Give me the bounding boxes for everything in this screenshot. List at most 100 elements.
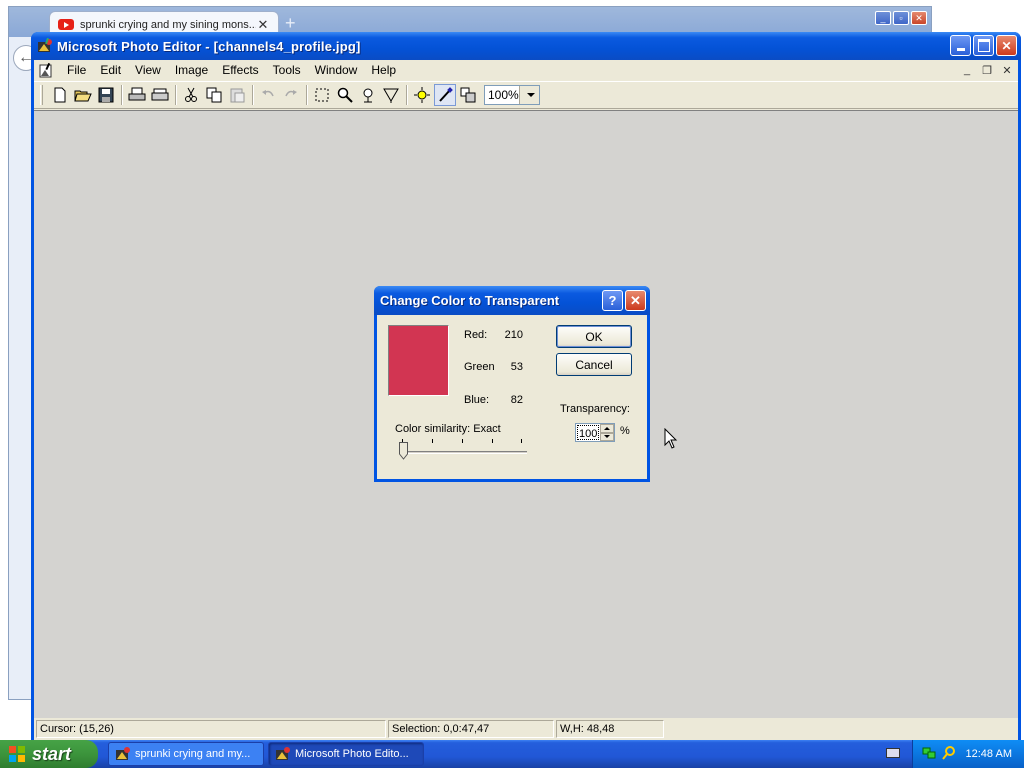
menu-file[interactable]: File (60, 63, 93, 77)
dialog-body: Red: 210 Green 53 Blue: 82 OK Cancel Tra… (377, 315, 647, 479)
new-icon[interactable] (49, 84, 71, 106)
stepper-down-icon[interactable] (600, 432, 614, 441)
dialog-controls: ? ✕ (602, 290, 646, 311)
properties-icon[interactable] (457, 84, 479, 106)
photo-editor-icon (115, 746, 131, 762)
doc-minimize-button[interactable]: _ (960, 63, 974, 77)
toolbar-separator (175, 85, 177, 105)
status-spacer (666, 720, 1014, 738)
taskbar-item-photo-editor[interactable]: Microsoft Photo Edito... (268, 742, 424, 766)
save-icon[interactable] (95, 84, 117, 106)
pan-icon[interactable] (357, 84, 379, 106)
ok-button[interactable]: OK (556, 325, 632, 348)
system-tray: 12:48 AM (912, 740, 1024, 768)
transparency-stepper[interactable]: 100 (575, 423, 615, 442)
change-color-dialog: Change Color to Transparent ? ✕ Red: 210… (374, 286, 650, 482)
slider-tick (462, 439, 463, 443)
stepper-up-icon[interactable] (600, 424, 614, 433)
stepper-arrows (600, 424, 614, 441)
redo-icon (280, 84, 302, 106)
maximize-button[interactable]: ▫ (893, 11, 909, 25)
transparency-label: Transparency: (560, 403, 630, 415)
menu-help[interactable]: Help (364, 63, 403, 77)
brightness-icon[interactable] (411, 84, 433, 106)
close-button[interactable]: ✕ (996, 35, 1017, 56)
app-titlebar[interactable]: Microsoft Photo Editor - [channels4_prof… (31, 32, 1021, 60)
open-icon[interactable] (72, 84, 94, 106)
menu-view[interactable]: View (128, 63, 168, 77)
toolbar: 100% (34, 81, 1018, 109)
toolbar-grip[interactable] (40, 85, 43, 105)
zoom-icon[interactable] (334, 84, 356, 106)
scan-icon[interactable] (149, 84, 171, 106)
search-icon[interactable] (941, 745, 957, 764)
youtube-icon (58, 19, 74, 30)
slider-tick (492, 439, 493, 443)
select-icon[interactable] (311, 84, 333, 106)
close-button[interactable]: ✕ (625, 290, 646, 311)
network-icon[interactable] (921, 745, 937, 764)
keyboard-icon[interactable] (886, 748, 900, 758)
color-similarity-label: Color similarity: Exact (395, 423, 501, 435)
slider-tick (521, 439, 522, 443)
toolbar-separator (406, 85, 408, 105)
set-transparent-color-icon[interactable] (434, 84, 456, 106)
minimize-button[interactable]: _ (875, 11, 891, 25)
browser-tab-title: sprunki crying and my sining mons... (80, 18, 256, 31)
document-icon[interactable] (38, 62, 54, 78)
photo-editor-icon (275, 746, 291, 762)
taskbar-item-label: sprunki crying and my... (135, 748, 251, 760)
taskbar: start sprunki crying and my... Microsoft… (0, 740, 1024, 768)
dialog-title: Change Color to Transparent (380, 293, 560, 308)
status-cursor: Cursor: (15,26) (36, 720, 386, 738)
red-value: 210 (504, 329, 523, 341)
chevron-down-icon[interactable] (518, 86, 539, 104)
new-tab-icon[interactable]: + (285, 13, 296, 34)
menu-effects[interactable]: Effects (215, 63, 265, 77)
window-controls: ✕ (950, 35, 1017, 56)
zoom-select[interactable]: 100% (484, 85, 540, 105)
cancel-button[interactable]: Cancel (556, 353, 632, 376)
blue-value: 82 (510, 394, 523, 406)
maximize-button[interactable] (973, 35, 994, 56)
taskbar-item-browser[interactable]: sprunki crying and my... (108, 742, 264, 766)
color-similarity-slider[interactable] (399, 439, 527, 465)
statusbar: Cursor: (15,26) Selection: 0,0:47,47 W,H… (34, 718, 1018, 740)
toolbar-separator (306, 85, 308, 105)
clock: 12:48 AM (965, 748, 1012, 760)
color-swatch (388, 325, 449, 396)
slider-track (403, 451, 527, 454)
paste-icon (226, 84, 248, 106)
mouse-cursor-icon (664, 427, 678, 453)
transparency-input[interactable]: 100 (577, 425, 599, 440)
doc-close-button[interactable]: ✕ (1000, 63, 1014, 77)
print-icon[interactable] (126, 84, 148, 106)
slider-tick (432, 439, 433, 443)
document-window-controls: _ ❐ ✕ (960, 63, 1014, 77)
taskbar-item-label: Microsoft Photo Edito... (295, 748, 409, 760)
copy-icon[interactable] (203, 84, 225, 106)
toolbar-separator (252, 85, 254, 105)
status-selection: Selection: 0,0:47,47 (388, 720, 554, 738)
slider-thumb[interactable] (399, 442, 408, 460)
minimize-button[interactable] (950, 35, 971, 56)
status-size: W,H: 48,48 (556, 720, 664, 738)
dialog-titlebar[interactable]: Change Color to Transparent ? ✕ (374, 286, 650, 315)
green-value: 53 (510, 361, 523, 373)
close-button[interactable]: ✕ (911, 11, 927, 25)
menu-tools[interactable]: Tools (266, 63, 308, 77)
menu-edit[interactable]: Edit (93, 63, 128, 77)
browser-window-controls: _ ▫ ✕ (875, 11, 927, 25)
start-button[interactable]: start (0, 740, 98, 768)
photo-editor-icon (37, 37, 53, 54)
menu-window[interactable]: Window (308, 63, 365, 77)
start-label: start (32, 743, 72, 764)
menu-image[interactable]: Image (168, 63, 215, 77)
doc-restore-button[interactable]: ❐ (980, 63, 994, 77)
windows-flag-icon (8, 745, 26, 763)
cut-icon[interactable] (180, 84, 202, 106)
help-button[interactable]: ? (602, 290, 623, 311)
menubar: File Edit View Image Effects Tools Windo… (34, 60, 1018, 80)
close-icon[interactable]: ✕ (256, 17, 270, 33)
crop-icon[interactable] (380, 84, 402, 106)
